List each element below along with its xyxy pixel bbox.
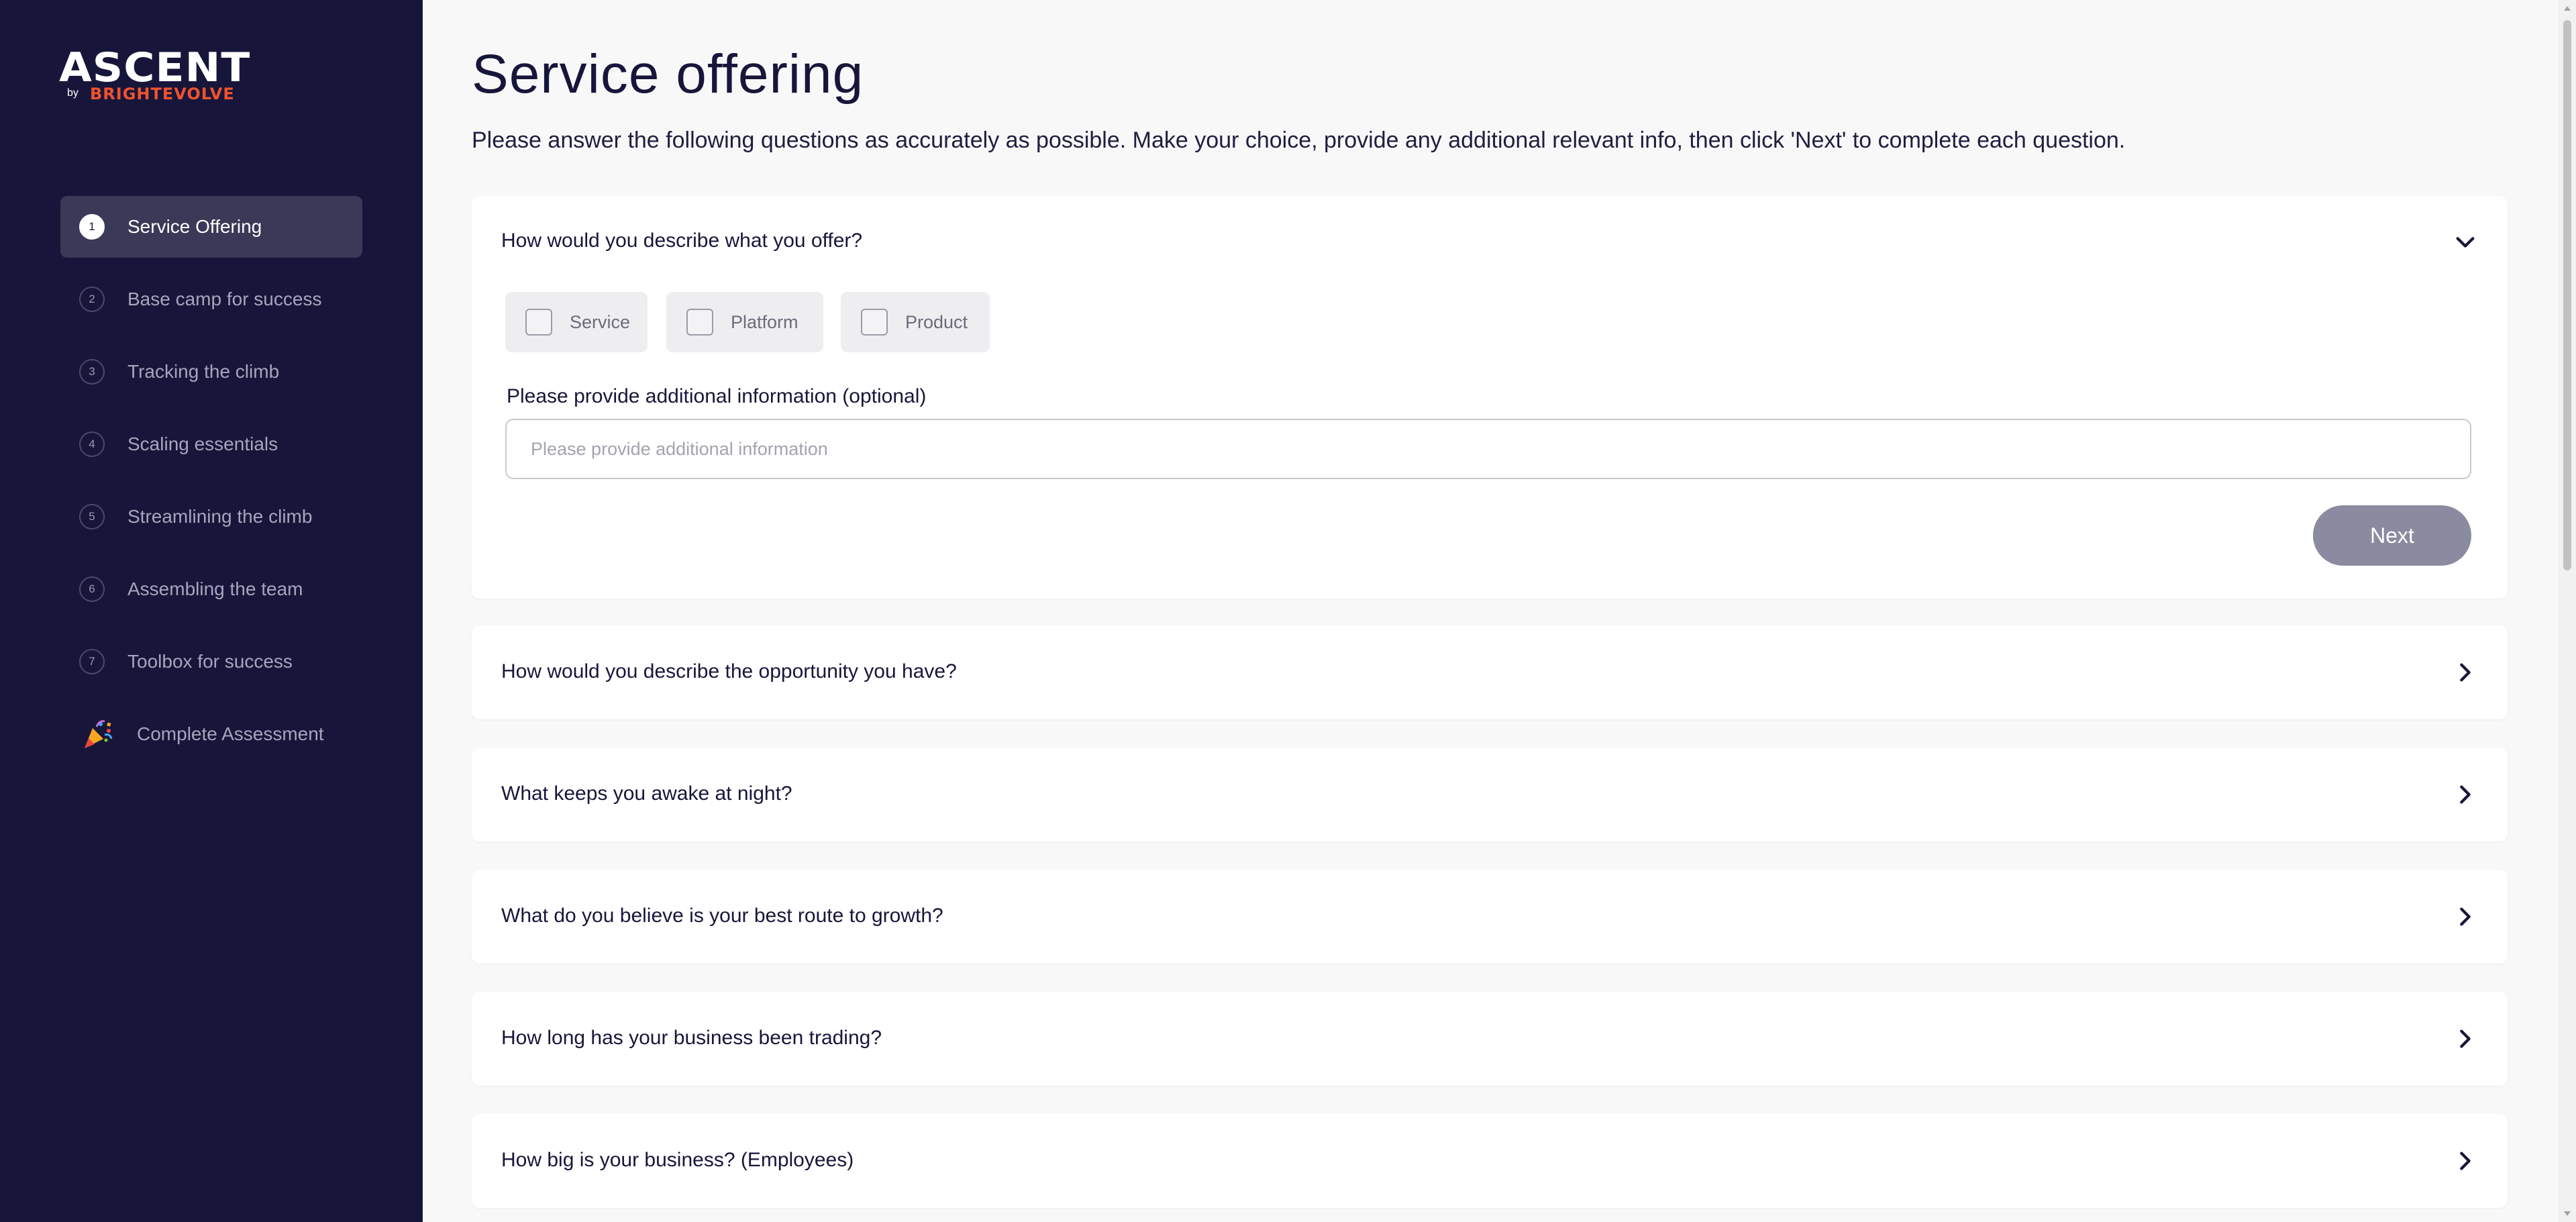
step-navigation: 1 Service Offering 2 Base camp for succe… xyxy=(60,196,362,776)
sidebar-item-streamlining[interactable]: 5 Streamlining the climb xyxy=(60,486,362,548)
question-card[interactable]: How big is your business? (Employees) xyxy=(472,1114,2508,1208)
sidebar-item-tracking[interactable]: 3 Tracking the climb xyxy=(60,341,362,403)
step-number-badge: 7 xyxy=(79,649,105,674)
option-service[interactable]: Service xyxy=(505,292,648,352)
sidebar-item-label: Service Offering xyxy=(127,216,262,237)
step-number-badge: 1 xyxy=(79,214,105,240)
question-card[interactable]: What keeps you awake at night? xyxy=(472,748,2508,842)
question-text: What do you believe is your best route t… xyxy=(501,905,943,927)
question-text: How long has your business been trading? xyxy=(501,1027,882,1049)
chevron-right-icon[interactable] xyxy=(2454,1027,2477,1050)
sidebar-item-toolbox[interactable]: 7 Toolbox for success xyxy=(60,631,362,693)
chevron-right-icon[interactable] xyxy=(2454,661,2477,684)
option-label: Product xyxy=(905,311,968,332)
ascent-logo[interactable]: ASCENT by BRIGHTEVOLVE xyxy=(59,44,250,106)
party-popper-icon xyxy=(85,720,113,748)
step-number-badge: 6 xyxy=(79,576,105,602)
sidebar-item-service-offering[interactable]: 1 Service Offering xyxy=(60,196,362,258)
step-number-badge: 5 xyxy=(79,504,105,529)
question-text: What keeps you awake at night? xyxy=(501,782,792,805)
step-number-badge: 4 xyxy=(79,431,105,457)
question-card[interactable]: What do you believe is your best route t… xyxy=(472,870,2508,964)
step-number-badge: 2 xyxy=(79,287,105,312)
next-button[interactable]: Next xyxy=(2313,505,2471,566)
scroll-down-arrow-icon[interactable] xyxy=(2563,1209,2572,1218)
page-title: Service offering xyxy=(472,44,864,105)
question-text: How would you describe what you offer? xyxy=(501,230,863,252)
question-card[interactable]: How would you describe the opportunity y… xyxy=(472,625,2508,719)
sidebar-item-team[interactable]: 6 Assembling the team xyxy=(60,558,362,620)
question-card[interactable]: How long has your business been trading? xyxy=(472,992,2508,1086)
scrollbar[interactable] xyxy=(2559,0,2576,1222)
sidebar-item-scaling[interactable]: 4 Scaling essentials xyxy=(60,413,362,475)
main-content: Service offering Please answer the follo… xyxy=(423,0,2557,1222)
page-intro: Please answer the following questions as… xyxy=(472,128,2126,153)
sidebar-item-label: Complete Assessment xyxy=(137,723,324,744)
sidebar-item-label: Toolbox for success xyxy=(127,651,293,672)
logo-company: BRIGHTEVOLVE xyxy=(90,85,235,103)
scrollbar-thumb[interactable] xyxy=(2563,20,2571,570)
question-text: How would you describe the opportunity y… xyxy=(501,660,957,682)
scroll-up-arrow-icon[interactable] xyxy=(2563,4,2572,13)
step-number-badge: 3 xyxy=(79,359,105,385)
sidebar-item-label: Streamlining the climb xyxy=(127,506,313,527)
question-text: How big is your business? (Employees) xyxy=(501,1149,854,1171)
chevron-down-icon[interactable] xyxy=(2454,231,2477,254)
option-product[interactable]: Product xyxy=(841,292,990,352)
sidebar-item-label: Tracking the climb xyxy=(127,361,280,382)
chevron-right-icon[interactable] xyxy=(2454,783,2477,806)
chevron-right-icon[interactable] xyxy=(2454,905,2477,928)
checkbox[interactable] xyxy=(861,309,888,336)
logo-by: by xyxy=(67,87,79,99)
sidebar-item-label: Scaling essentials xyxy=(127,434,278,454)
checkbox[interactable] xyxy=(686,309,713,336)
option-label: Service xyxy=(570,311,631,332)
question-card-expanded: How would you describe what you offer? S… xyxy=(472,196,2508,599)
option-platform[interactable]: Platform xyxy=(666,292,823,352)
sidebar-item-complete-assessment[interactable]: Complete Assessment xyxy=(60,703,362,765)
sidebar-item-label: Base camp for success xyxy=(127,289,322,309)
chevron-right-icon[interactable] xyxy=(2454,1150,2477,1172)
additional-info-input[interactable] xyxy=(505,419,2471,479)
checkbox[interactable] xyxy=(525,309,552,336)
sidebar-item-label: Assembling the team xyxy=(127,578,303,599)
option-label: Platform xyxy=(731,311,798,332)
additional-info-label: Please provide additional information (o… xyxy=(507,385,927,407)
sidebar-item-base-camp[interactable]: 2 Base camp for success xyxy=(60,268,362,330)
sidebar: ASCENT by BRIGHTEVOLVE 1 Service Offerin… xyxy=(0,0,423,1222)
